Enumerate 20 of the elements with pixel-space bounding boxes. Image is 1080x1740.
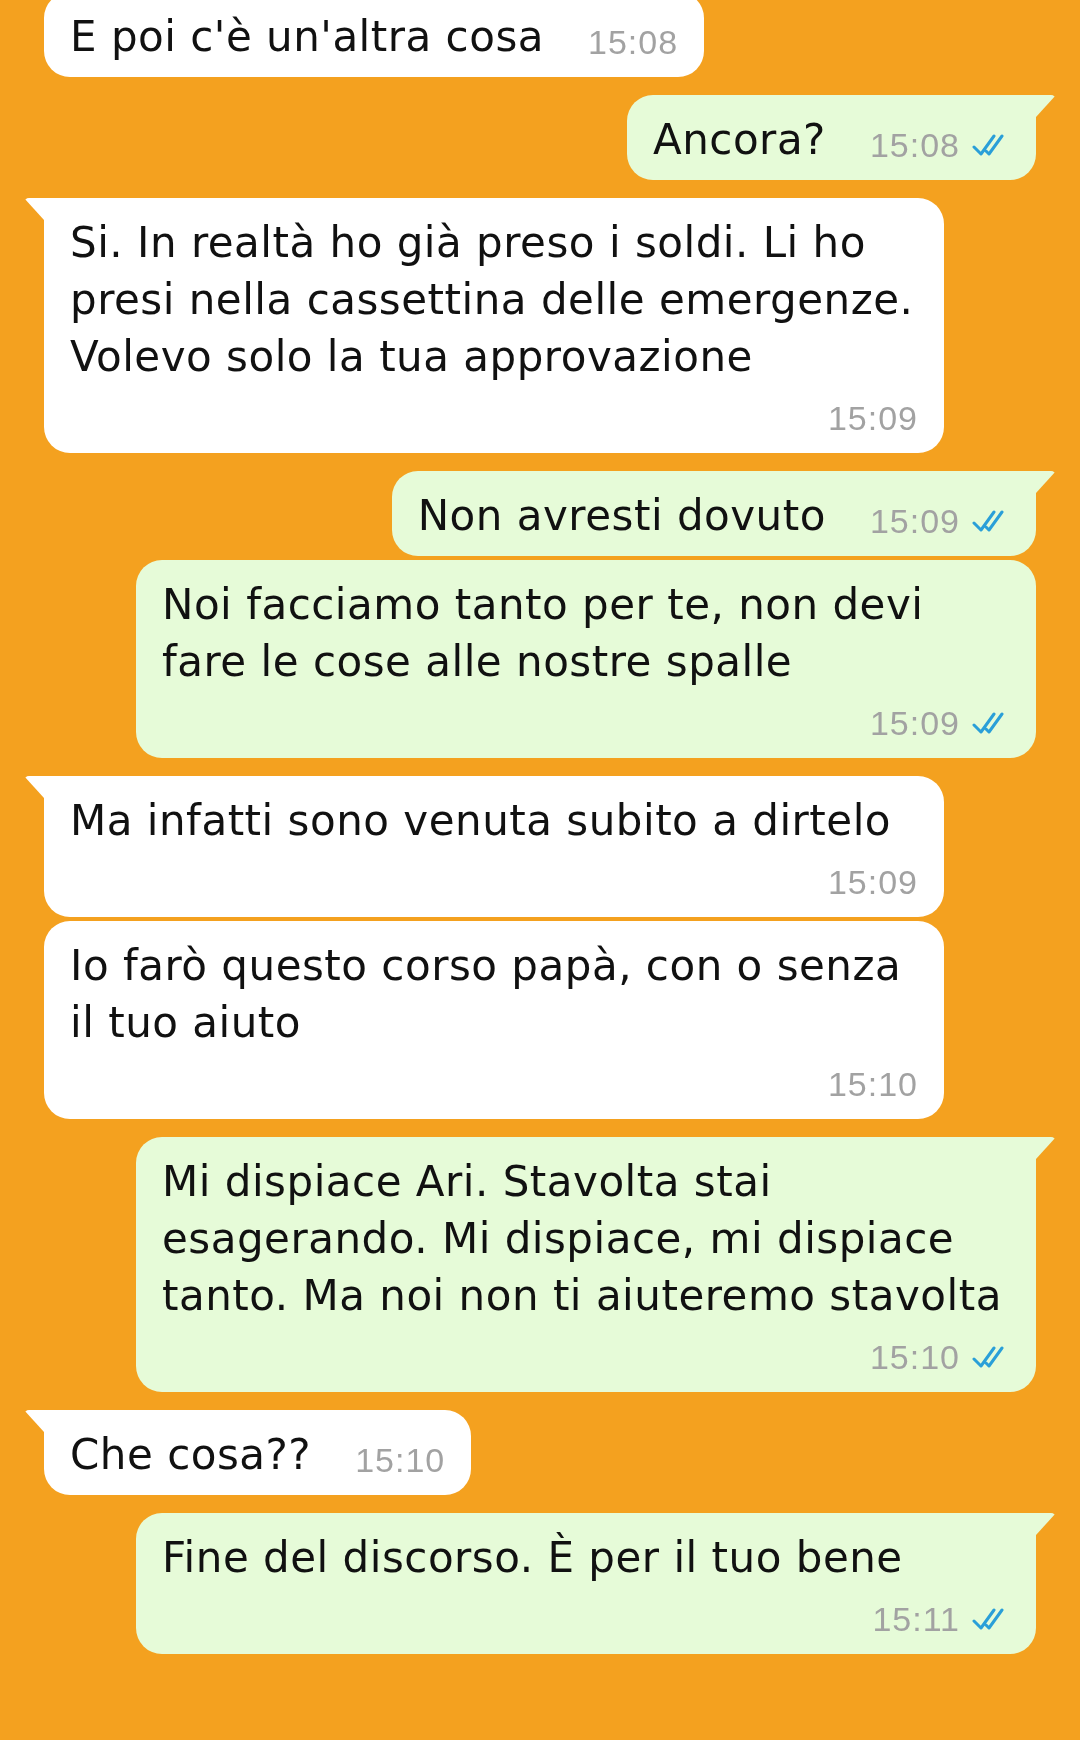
message-time: 15:10 (355, 1439, 446, 1481)
message-time: 15:10 (869, 1336, 960, 1378)
message-text: Mi dispiace Ari. Stavolta stai esagerando. Mi dispiace, mi dispiace tanto. Ma noi non ti aiuteremo stavolta (162, 1156, 1003, 1322)
message-time: 15:11 (872, 1598, 960, 1640)
message-text: Non avresti dovuto (417, 490, 826, 542)
message-text: Ma infatti sono venuta subito a dirtelo (70, 795, 892, 847)
message-time: 15:09 (827, 397, 918, 439)
message-time: 15:09 (869, 702, 960, 744)
message-time: 15:09 (869, 500, 960, 542)
message-time: 15:08 (869, 124, 960, 166)
message-text: Si. In realtà ho già preso i soldi. Li ho presi nella cassettina delle emergenze. Volevo solo la tua approvazione (70, 217, 915, 383)
message-text: Ancora? (652, 114, 826, 166)
message-text: Che cosa?? (70, 1429, 312, 1481)
message-text: Noi facciamo tanto per te, non devi fare le cose alle nostre spalle (162, 579, 925, 688)
message-text: Io farò questo corso papà, con o senza il tuo aiuto (70, 940, 903, 1049)
message-time: 15:10 (827, 1063, 918, 1105)
message-text: Fine del discorso. È per il tuo bene (162, 1531, 903, 1584)
message-text: E poi c'è un'altra cosa (70, 11, 544, 63)
message-time: 15:09 (827, 861, 918, 903)
message-time: 15:08 (588, 21, 679, 63)
